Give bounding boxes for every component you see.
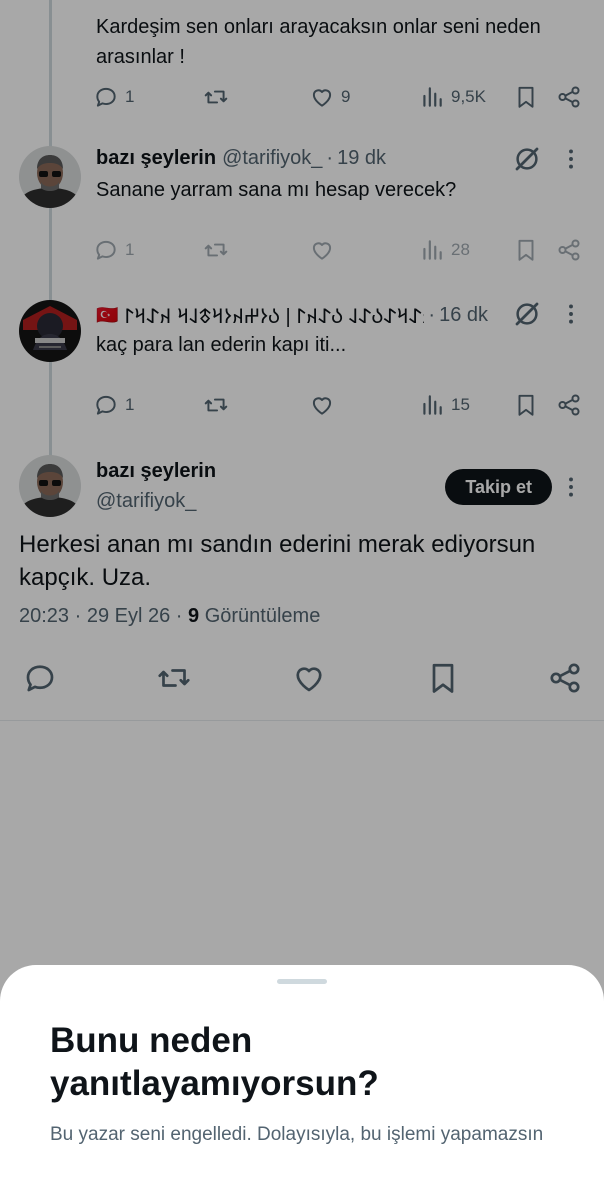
bottom-sheet: Bunu neden yanıtlayamıyorsun? Bu yazar s… bbox=[0, 965, 604, 1200]
sheet-description: Bu yazar seni engelledi. Dolayısıyla, bu… bbox=[50, 1124, 544, 1145]
sheet-drag-handle[interactable] bbox=[277, 979, 327, 984]
sheet-title: Bunu neden yanıtlayamıyorsun? bbox=[50, 1021, 379, 1103]
